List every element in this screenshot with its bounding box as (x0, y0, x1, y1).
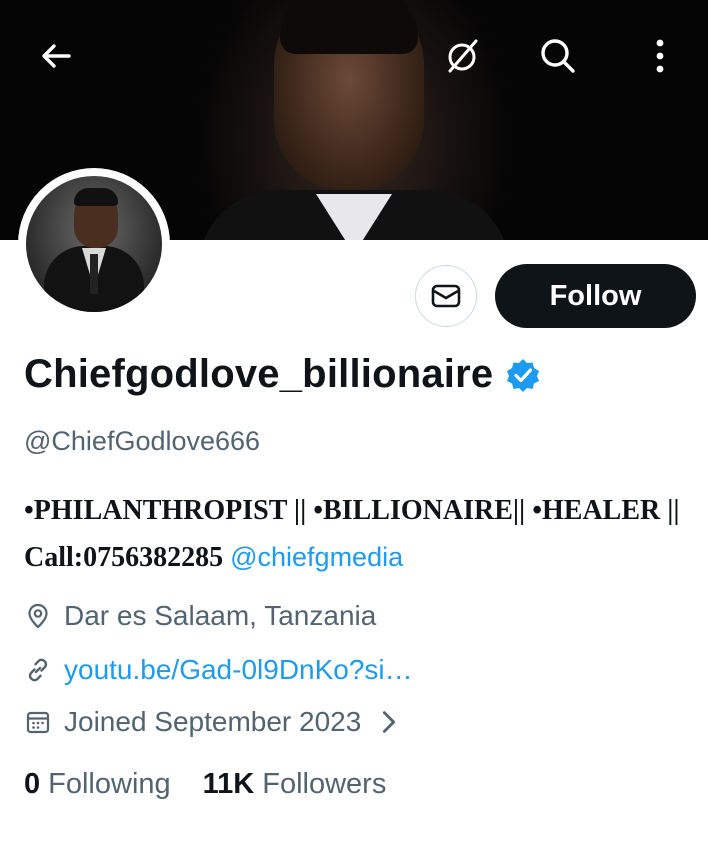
mail-icon (431, 284, 461, 308)
link-icon (28, 658, 48, 682)
banner-hair (280, 0, 418, 54)
more-vertical-icon (656, 39, 664, 73)
joined-text: Joined September 2023 (64, 706, 362, 737)
user-handle: @ChiefGodlove666 (24, 426, 261, 456)
follow-stats: 0 Following 11K Followers (24, 768, 418, 801)
following-count: 0 (24, 768, 41, 800)
location-row: Dar es Salaam, Tanzania (24, 600, 376, 632)
more-button[interactable] (630, 26, 690, 86)
location-pin-icon (28, 603, 48, 629)
arrow-left-icon (42, 44, 71, 68)
avatar-hair (74, 188, 118, 206)
website-link[interactable]: youtu.be/Gad-0l9DnKo?si… (64, 654, 413, 686)
back-button[interactable] (26, 26, 86, 86)
avatar[interactable] (26, 176, 162, 312)
followers-stat[interactable]: 11K Followers (203, 768, 387, 801)
bio: •PHILANTHROPIST || •BILLIONAIRE|| •HEALE… (24, 488, 699, 581)
followers-count: 11K (202, 768, 255, 800)
follow-button[interactable]: Follow (495, 264, 696, 328)
joined-row[interactable]: Joined September 2023 (24, 706, 415, 738)
search-icon (541, 39, 575, 73)
following-label: Following (48, 768, 171, 800)
following-stat[interactable]: 0 Following (24, 768, 171, 801)
grok-icon (448, 39, 478, 73)
avatar-tie (90, 254, 98, 294)
grok-button[interactable] (432, 26, 492, 86)
display-name: Chiefgodlove_billionaire (24, 352, 494, 396)
search-button[interactable] (528, 26, 588, 86)
calendar-icon (26, 711, 50, 734)
verified-badge-icon[interactable] (505, 357, 541, 393)
website-row: youtu.be/Gad-0l9DnKo?si… (24, 654, 413, 686)
followers-label: Followers (262, 768, 387, 800)
location-text: Dar es Salaam, Tanzania (64, 600, 377, 631)
message-button[interactable] (415, 265, 477, 327)
chevron-right-icon (383, 711, 396, 733)
display-name-row: Chiefgodlove_billionaire (24, 352, 541, 397)
bio-mention-link[interactable]: @chiefgmedia (230, 542, 403, 572)
